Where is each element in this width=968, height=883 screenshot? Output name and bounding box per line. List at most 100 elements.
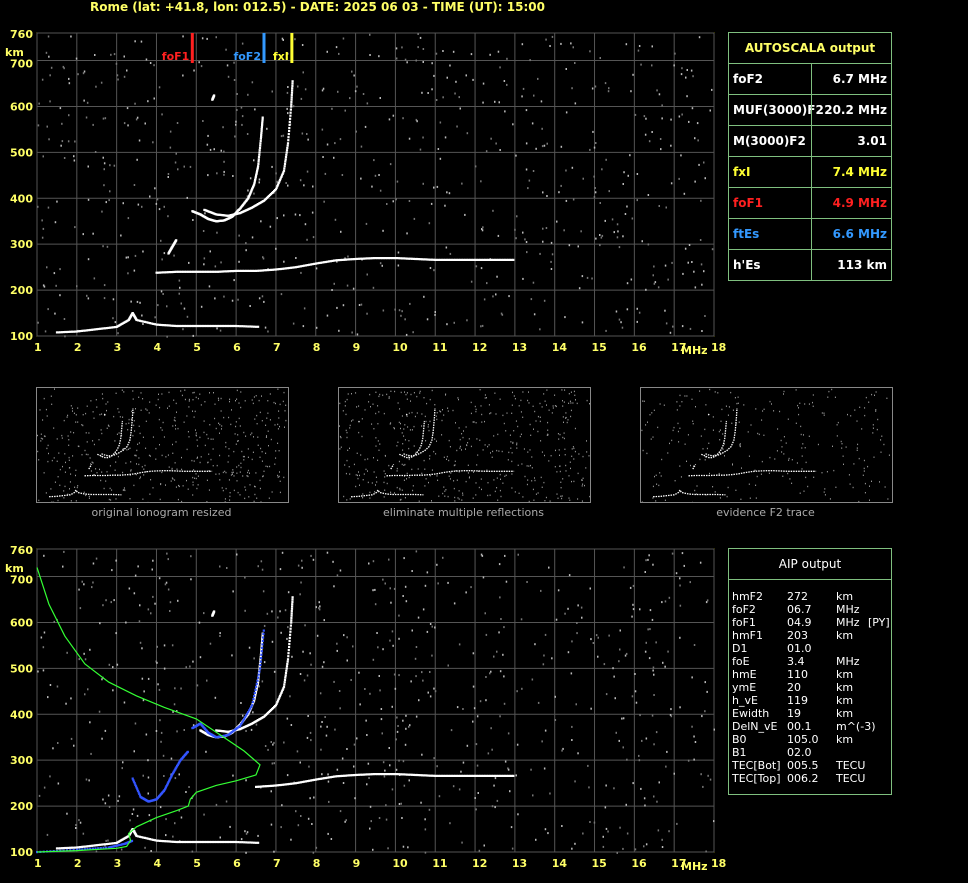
trace-point bbox=[259, 137, 262, 140]
y-tick-label: 760 bbox=[10, 544, 33, 557]
aip-row: hmE 110 km bbox=[732, 668, 888, 681]
trace-point bbox=[254, 688, 257, 691]
y-tick-label: 500 bbox=[10, 662, 33, 675]
x-tick-label: 14 bbox=[552, 341, 568, 354]
y-axis-label: km bbox=[5, 562, 24, 575]
thumb-trace bbox=[88, 463, 93, 470]
aip-unit: m^(-3) bbox=[836, 720, 876, 733]
trace-point bbox=[257, 162, 260, 165]
autoscala-row-h-es: h'Es 113 km bbox=[728, 249, 892, 281]
trace-point bbox=[287, 655, 290, 658]
trace-point bbox=[512, 774, 515, 777]
trace-point bbox=[286, 658, 290, 661]
trace-point bbox=[241, 325, 244, 328]
autoscala-title: AUTOSCALA output bbox=[728, 32, 892, 64]
trace-point bbox=[243, 325, 246, 328]
trace-point bbox=[258, 146, 262, 149]
trace-point bbox=[262, 632, 265, 636]
autoscala-value: 113 km bbox=[837, 258, 887, 272]
x-tick-label: 13 bbox=[512, 341, 527, 354]
trace-point bbox=[257, 325, 260, 328]
trace-point bbox=[260, 128, 263, 131]
x-tick-label: 7 bbox=[273, 341, 281, 354]
trace-point bbox=[251, 701, 254, 704]
trace-point bbox=[260, 126, 263, 129]
autoscala-key: foF1 bbox=[733, 196, 764, 210]
aip-unit: TECU bbox=[836, 772, 866, 785]
thumb-noise bbox=[37, 388, 287, 502]
trace-point bbox=[256, 679, 259, 682]
aip-row: hmF2 272 km bbox=[732, 590, 888, 603]
trace-point bbox=[284, 158, 287, 161]
aip-key: DelN_vE bbox=[732, 720, 778, 733]
trace-point bbox=[288, 636, 291, 639]
aip-unit: km bbox=[836, 681, 854, 694]
thumb-trace bbox=[390, 463, 395, 470]
aip-row: foF2 06.7 MHz bbox=[732, 603, 888, 616]
aip-unit: MHz bbox=[836, 616, 860, 629]
aip-row: TEC[Bot] 005.5 TECU bbox=[732, 759, 888, 772]
trace-point bbox=[251, 704, 254, 707]
thumb-trace bbox=[688, 470, 817, 477]
trace-point bbox=[249, 325, 252, 328]
aip-value: 005.5 bbox=[787, 759, 819, 772]
trace-point bbox=[288, 642, 291, 646]
y-tick-label: 400 bbox=[10, 192, 33, 205]
trace-point bbox=[251, 841, 254, 844]
aip-unit: km bbox=[836, 707, 854, 720]
autoscala-value: 20.2 MHz bbox=[824, 103, 887, 117]
trace-point bbox=[286, 660, 289, 663]
trace-point bbox=[290, 607, 294, 610]
trace-point bbox=[290, 100, 293, 104]
trace-point bbox=[291, 605, 294, 608]
trace-point bbox=[289, 117, 292, 120]
trace-point bbox=[288, 126, 291, 130]
trace-point bbox=[259, 667, 262, 670]
trace-point bbox=[261, 643, 264, 646]
x-tick-label: 3 bbox=[114, 341, 122, 354]
aip-value: 19 bbox=[787, 707, 801, 720]
aip-flag: [PY] bbox=[868, 616, 890, 629]
trace-point bbox=[259, 139, 262, 143]
trace-point bbox=[289, 111, 292, 114]
aip-unit: TECU bbox=[836, 759, 866, 772]
trace-point bbox=[287, 136, 290, 139]
aip-value: 119 bbox=[787, 694, 808, 707]
trace-point bbox=[261, 116, 264, 119]
x-tick-label: 1 bbox=[34, 341, 42, 354]
aip-key: Ewidth bbox=[732, 707, 770, 720]
trace-point bbox=[260, 653, 263, 656]
aip-value: 110 bbox=[787, 668, 808, 681]
trace-point bbox=[255, 682, 258, 685]
thumbnail-evidence-f2 bbox=[640, 387, 893, 503]
trace-point bbox=[237, 325, 240, 328]
trace-point bbox=[291, 82, 294, 85]
thumb-trace bbox=[84, 470, 213, 477]
x-tick-label: 10 bbox=[392, 857, 408, 870]
aip-key: hmF2 bbox=[732, 590, 764, 603]
trace-point bbox=[258, 151, 261, 154]
trace-point bbox=[260, 131, 263, 135]
y-tick-label: 100 bbox=[10, 846, 33, 859]
autoscala-value: 6.7 MHz bbox=[832, 72, 887, 86]
marker-line-fxI bbox=[290, 33, 294, 63]
thumb-trace bbox=[705, 408, 738, 457]
trace-point bbox=[290, 616, 293, 620]
x-tick-label: 5 bbox=[193, 857, 201, 870]
trace-point bbox=[247, 325, 250, 328]
trace-point bbox=[287, 649, 290, 652]
aip-value: 04.9 bbox=[787, 616, 812, 629]
y-tick-label: 300 bbox=[10, 238, 33, 251]
aip-value: 01.0 bbox=[787, 642, 812, 655]
y-tick-label: 500 bbox=[10, 146, 33, 159]
y-tick-label: 200 bbox=[10, 284, 33, 297]
trace-point bbox=[291, 80, 294, 83]
x-tick-label: 9 bbox=[353, 341, 361, 354]
trace-point bbox=[283, 678, 287, 681]
trace-point bbox=[290, 619, 293, 622]
autoscala-key: ftEs bbox=[733, 227, 760, 241]
aip-key: B1 bbox=[732, 746, 747, 759]
trace-point bbox=[261, 122, 264, 125]
x-tick-label: 12 bbox=[472, 857, 487, 870]
trace-point bbox=[255, 685, 258, 688]
